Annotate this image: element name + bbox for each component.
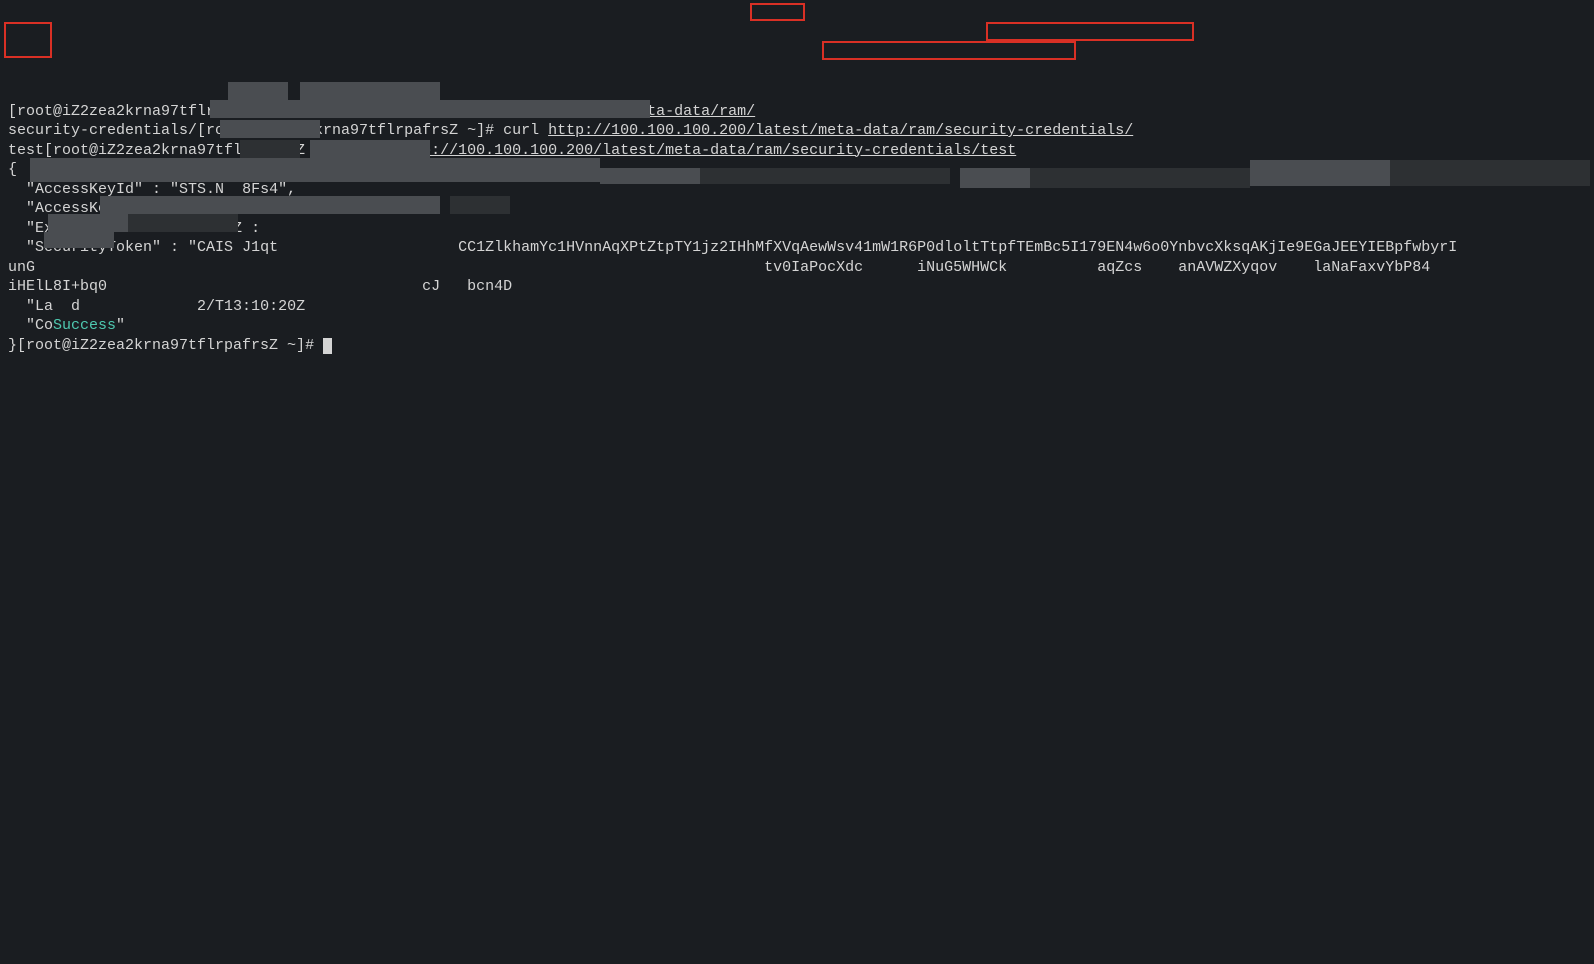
cmd-text: curl: [503, 122, 548, 139]
redaction-block: [128, 214, 238, 232]
json-line: cJ bcn4D: [107, 278, 512, 295]
json-line: "AccessKeyId" : "STS.N: [8, 181, 224, 198]
prompt: [root@iZ2zea2krna97tflrpafrsZ ~]#: [44, 142, 350, 159]
json-line: "Co: [8, 317, 53, 334]
url-link: http://100.100.100.200/latest/meta-data/…: [548, 122, 1133, 139]
redaction-block: [48, 214, 128, 232]
json-line: iHElL8I+bq0: [8, 278, 107, 295]
prompt: [root@iZ2zea2krna97tflrpafrsZ ~]#: [17, 337, 323, 354]
redaction-block: [960, 168, 1030, 188]
json-line: la: [1295, 259, 1331, 276]
json-line: s4",: [260, 181, 296, 198]
redaction-block: [44, 232, 114, 248]
success-text: Success: [53, 317, 116, 334]
json-line: NaFaxvYbP84: [1331, 259, 1430, 276]
redaction-block: [1250, 160, 1390, 186]
url-link: http://100.100.100.200/latest/meta-data/…: [395, 142, 1016, 159]
json-line: "La: [8, 298, 53, 315]
json-line: unG: [8, 259, 35, 276]
json-brace: }: [8, 337, 17, 354]
redaction-block: [1390, 160, 1590, 186]
json-line: 8F: [224, 181, 260, 198]
redaction-block: [310, 140, 430, 158]
redaction-block: [210, 100, 650, 118]
redaction-block: [220, 120, 320, 138]
redaction-block: [700, 168, 950, 184]
redaction-block: [300, 82, 440, 100]
json-line: CC1ZlkhamYc1HVnnAqXPtZtpTY1jz2IHhMfXVqAe…: [278, 239, 1457, 256]
highlight-box-security-credentials: [986, 22, 1194, 41]
cursor: [323, 338, 332, 354]
json-line: :: [242, 220, 269, 237]
redaction-block: [1030, 168, 1250, 188]
redaction-block: [228, 82, 288, 100]
json-line: J1qt: [233, 239, 278, 256]
highlight-box-security-credentials-test-2: [822, 41, 1076, 60]
redaction-block: [100, 196, 440, 214]
redaction-block: [30, 158, 600, 182]
json-line: tv0IaPocXdc iNuG5WHWCk aqZcs anAVWZXyqov: [35, 259, 1295, 276]
redaction-block: [240, 140, 300, 158]
redaction-block: [600, 168, 700, 184]
highlight-box-security-credentials-test: [4, 22, 52, 58]
output-text: security-credentials/: [8, 122, 197, 139]
json-brace: {: [8, 161, 17, 178]
output-text: test: [8, 142, 44, 159]
highlight-box-ram: [750, 3, 805, 21]
json-line: ": [116, 317, 125, 334]
json-line: d 2/T13:10:20Z: [53, 298, 305, 315]
redaction-block: [450, 196, 510, 214]
json-line: "SecurityToken" : "CAIS: [8, 239, 233, 256]
